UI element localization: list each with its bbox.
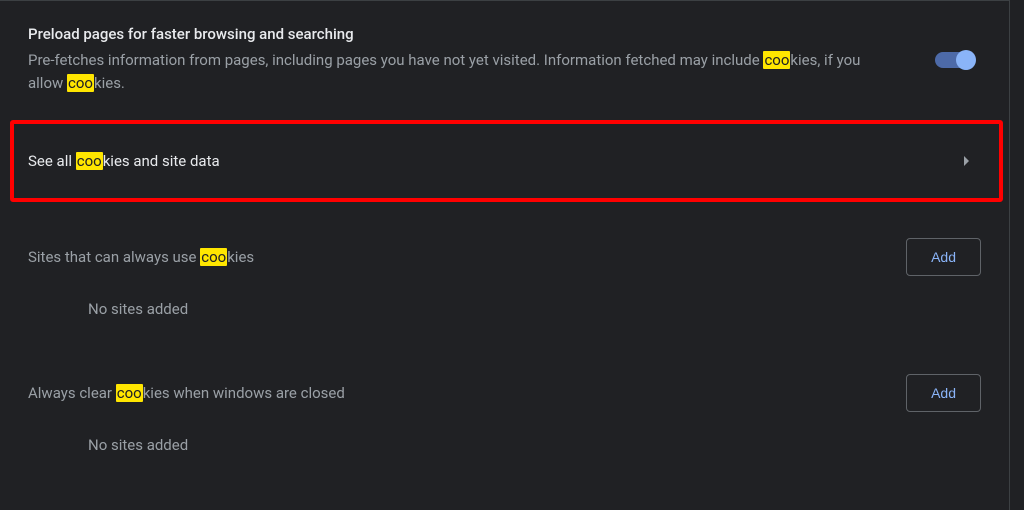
search-highlight: coo xyxy=(763,51,790,69)
always-clear-label: Always clear cookies when windows are cl… xyxy=(28,384,345,402)
preload-description: Pre-fetches information from pages, incl… xyxy=(28,49,888,96)
preload-title: Preload pages for faster browsing and se… xyxy=(28,25,888,43)
chevron-right-icon xyxy=(964,156,969,166)
sites-always-use-cookies-section: Sites that can always use cookies Add xyxy=(28,238,985,276)
see-all-cookies-label: See all cookies and site data xyxy=(28,152,220,170)
search-highlight: coo xyxy=(200,248,227,266)
search-highlight: coo xyxy=(116,384,143,402)
search-highlight: coo xyxy=(67,74,94,92)
sites-always-label: Sites that can always use cookies xyxy=(28,248,254,266)
no-sites-added-text: No sites added xyxy=(28,436,985,454)
preload-pages-setting[interactable]: Preload pages for faster browsing and se… xyxy=(28,25,985,96)
preload-toggle[interactable] xyxy=(935,52,973,68)
toggle-knob xyxy=(956,50,976,70)
add-site-clear-button[interactable]: Add xyxy=(906,374,981,412)
search-highlight: coo xyxy=(76,152,103,170)
add-site-always-button[interactable]: Add xyxy=(906,238,981,276)
see-all-cookies-row[interactable]: See all cookies and site data xyxy=(10,120,1003,202)
always-clear-cookies-section: Always clear cookies when windows are cl… xyxy=(28,374,985,412)
no-sites-added-text: No sites added xyxy=(28,300,985,318)
